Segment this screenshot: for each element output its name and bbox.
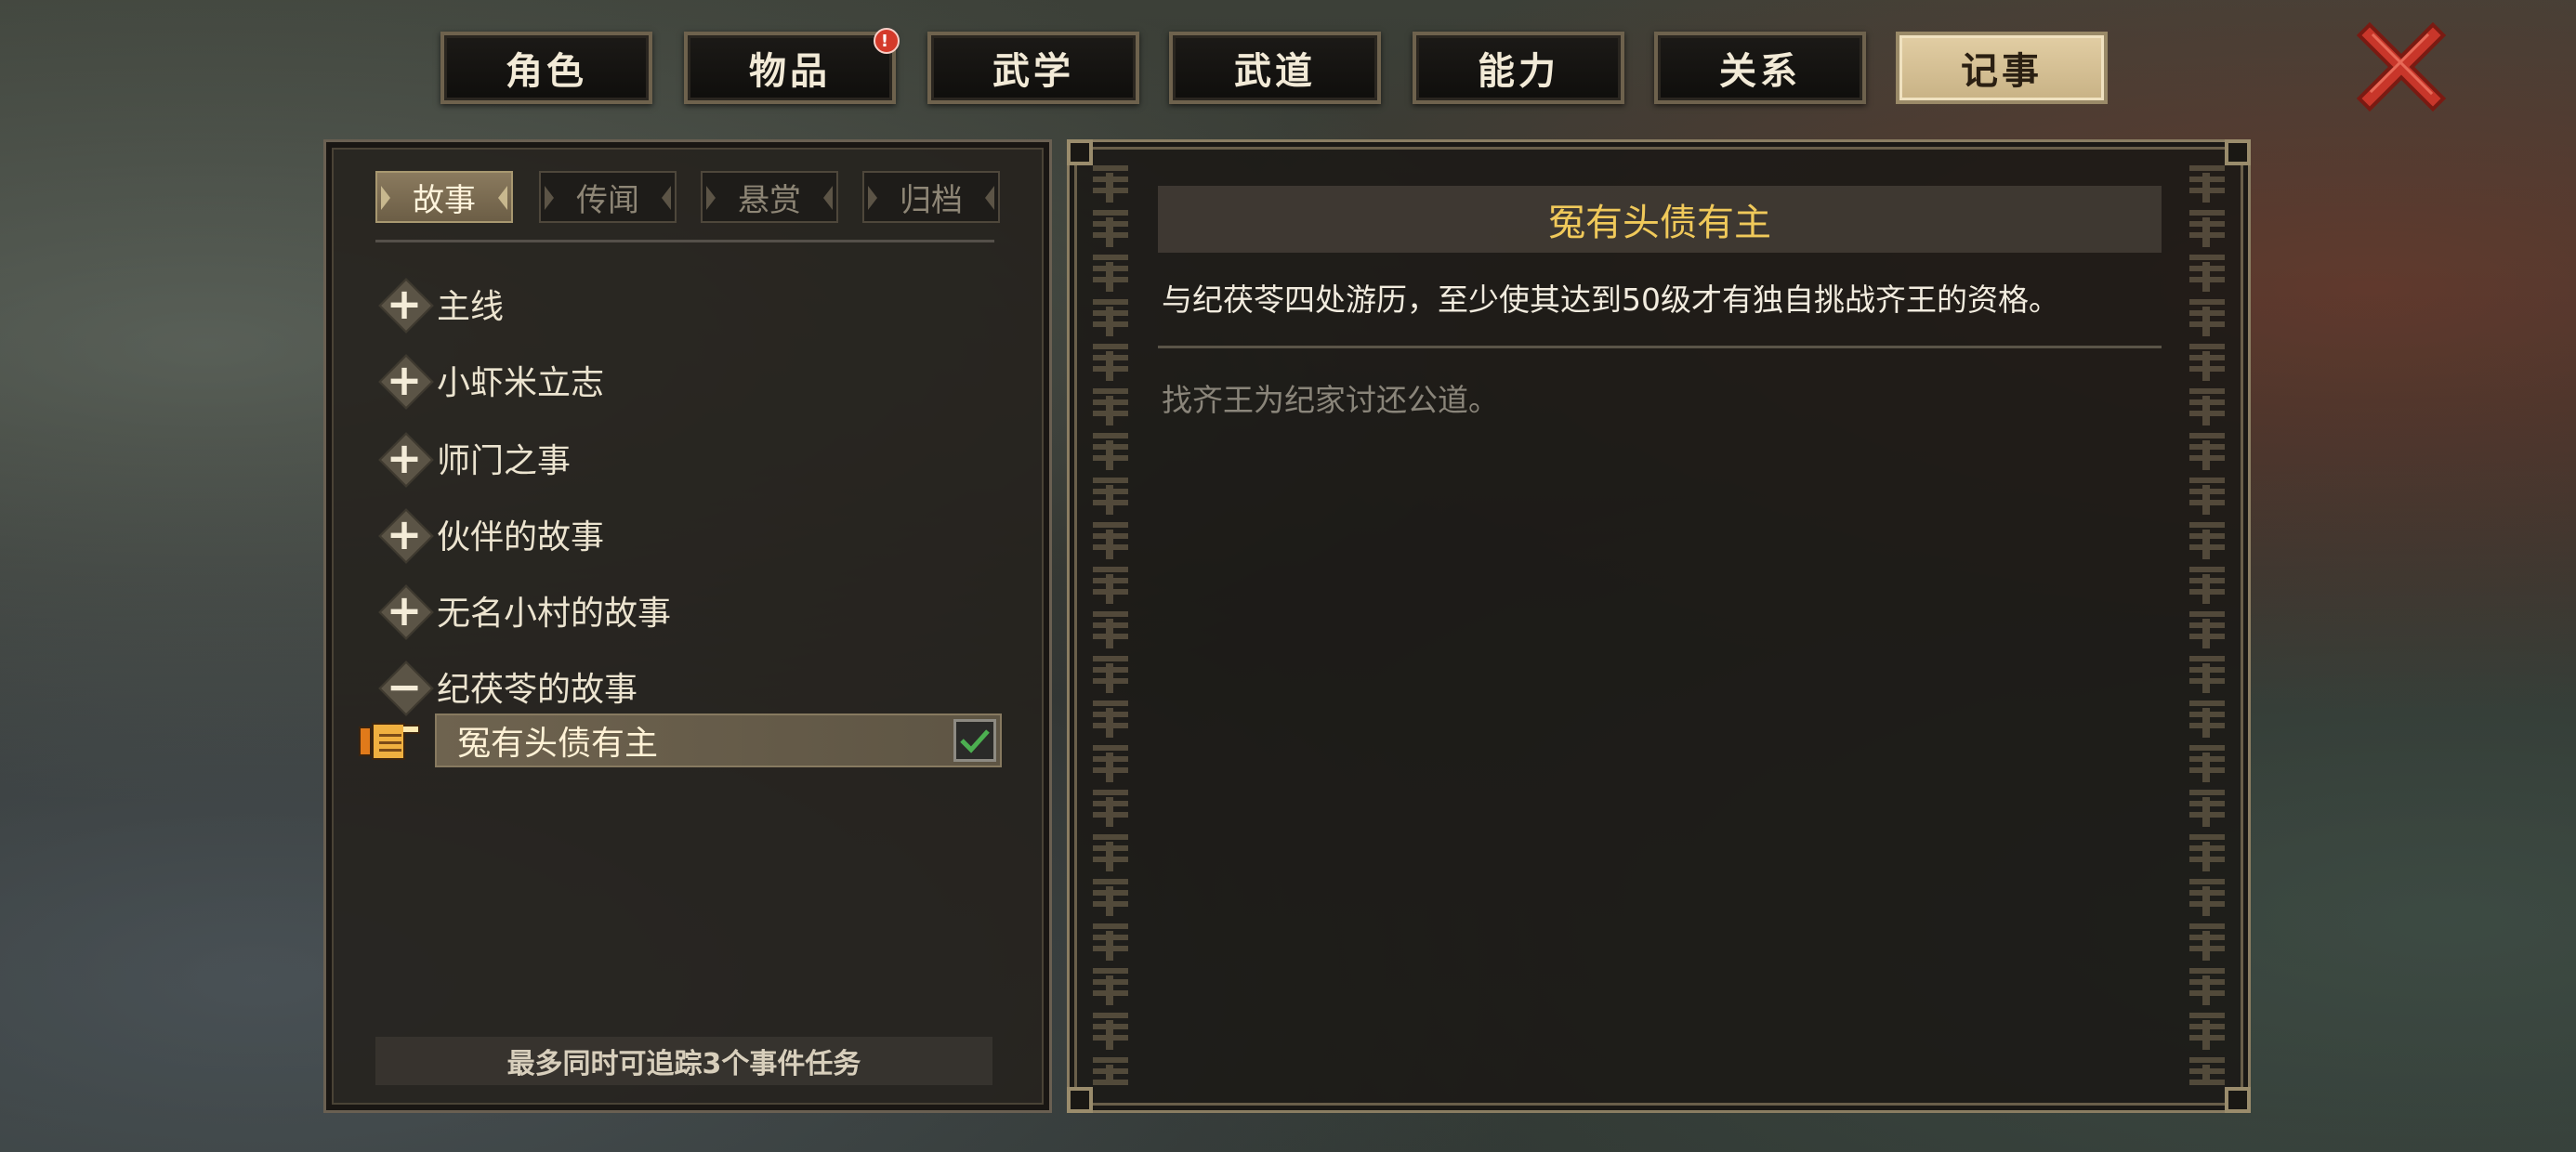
expand-icon[interactable]: + xyxy=(378,354,434,410)
border-ornament xyxy=(1093,165,1128,1085)
subtab-label: 悬赏 xyxy=(738,181,801,219)
quest-group-village[interactable]: + 无名小村的故事 xyxy=(378,580,672,641)
subtab-label: 故事 xyxy=(413,181,476,219)
expand-icon[interactable]: + xyxy=(378,432,434,488)
quest-group-ji-fuling[interactable]: − 纪茯苓的故事 xyxy=(378,656,638,717)
tab-label: 角色 xyxy=(506,50,587,93)
subtab-bounties[interactable]: 悬赏 xyxy=(701,171,838,223)
notification-badge: ! xyxy=(874,28,900,54)
tab-label: 关系 xyxy=(1719,50,1801,93)
quest-item-selected[interactable]: 冤有头债有主 xyxy=(435,713,1002,767)
subtab-label: 传闻 xyxy=(576,181,639,219)
tracking-limit-note: 最多同时可追踪3个事件任务 xyxy=(375,1037,992,1085)
expand-icon[interactable]: + xyxy=(378,584,434,640)
collapse-icon[interactable]: − xyxy=(378,661,434,716)
tab-label: 武道 xyxy=(1234,50,1316,93)
track-checkbox[interactable] xyxy=(953,719,996,762)
quest-group-main[interactable]: + 主线 xyxy=(378,273,505,334)
quest-group-sect[interactable]: + 师门之事 xyxy=(378,427,572,489)
tab-label: 能力 xyxy=(1478,50,1559,93)
quest-group-label: 伙伴的故事 xyxy=(437,518,605,556)
quest-group-label: 师门之事 xyxy=(437,442,572,480)
corner-ornament xyxy=(1067,1087,1093,1113)
tab-items[interactable]: 物品! xyxy=(684,28,900,104)
corner-ornament xyxy=(2225,139,2251,165)
expand-icon[interactable]: + xyxy=(378,508,434,564)
quest-title: 冤有头债有主 xyxy=(1158,186,2162,253)
quest-item-label: 冤有头债有主 xyxy=(457,725,659,763)
pointing-hand-icon xyxy=(359,723,420,760)
tab-label: 记事 xyxy=(1961,50,2043,93)
close-button[interactable] xyxy=(2356,21,2447,112)
tab-label: 武学 xyxy=(992,50,1074,93)
subtab-archive[interactable]: 归档 xyxy=(862,171,1000,223)
quest-group-label: 小虾米立志 xyxy=(437,364,605,402)
tab-journal[interactable]: 记事 xyxy=(1896,32,2108,104)
quest-group-label: 无名小村的故事 xyxy=(437,595,672,633)
corner-ornament xyxy=(2225,1087,2251,1113)
quest-group-label: 主线 xyxy=(437,288,505,326)
subtab-label: 归档 xyxy=(900,181,963,219)
close-x-icon xyxy=(2356,21,2447,112)
corner-ornament xyxy=(1067,139,1093,165)
tab-martial-path[interactable]: 武道 xyxy=(1169,32,1381,104)
quest-description: 与纪茯苓四处游历，至少使其达到50级才有独自挑战齐王的资格。 xyxy=(1162,281,2059,318)
expand-icon[interactable]: + xyxy=(378,278,434,334)
quest-group-label: 纪茯苓的故事 xyxy=(437,671,638,709)
tab-relations[interactable]: 关系 xyxy=(1654,32,1866,104)
border-ornament xyxy=(2189,165,2225,1085)
divider xyxy=(1158,346,2162,348)
tab-abilities[interactable]: 能力 xyxy=(1413,32,1624,104)
quest-group-shrimp[interactable]: + 小虾米立志 xyxy=(378,349,605,411)
subtab-rumors[interactable]: 传闻 xyxy=(539,171,677,223)
tab-martial-arts[interactable]: 武学 xyxy=(927,32,1139,104)
quest-group-companions[interactable]: + 伙伴的故事 xyxy=(378,504,605,565)
subtab-stories[interactable]: 故事 xyxy=(375,171,513,223)
checkmark-icon xyxy=(960,729,990,753)
tab-label: 物品 xyxy=(749,50,831,93)
quest-objective: 找齐王为纪家讨还公道。 xyxy=(1162,382,1499,418)
divider xyxy=(375,240,994,242)
tab-character[interactable]: 角色 xyxy=(440,32,652,104)
